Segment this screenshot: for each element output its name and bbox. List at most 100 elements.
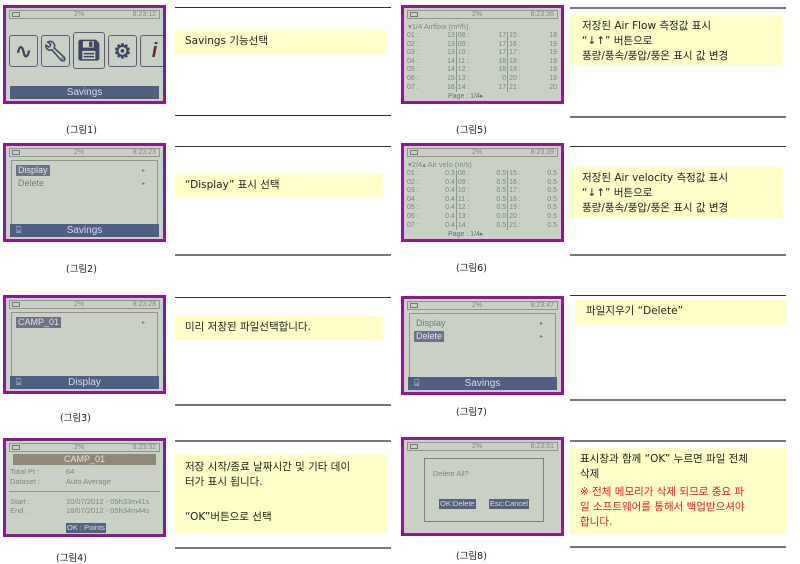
note-text: 터가 표시 됩니다.	[185, 476, 263, 488]
figure-caption: (그림1)	[66, 125, 97, 136]
divider	[570, 146, 786, 147]
footer-label: Display	[68, 377, 101, 388]
battery-icon	[410, 444, 418, 449]
index-cell: 03 :	[407, 187, 419, 195]
divider	[570, 116, 786, 118]
value-cell: 0.5	[547, 212, 557, 220]
note-text: 삭제	[580, 468, 600, 480]
device-screen-delete-confirm: 2% 8:23:51 Delete All? OK:Delete Esc:Canc…	[401, 437, 564, 536]
value-cell: 17	[486, 32, 509, 41]
index-cell: 10 :	[457, 49, 470, 57]
index-cell: 09 :	[457, 40, 470, 48]
index-cell: 10 :	[457, 187, 470, 195]
value-cell: 13	[434, 40, 457, 50]
airflow-table: 01 :13 08 :17 15 :18 02 :13 09 :17 16 :19 03 :…	[406, 32, 558, 93]
value-cell: 14	[434, 57, 457, 67]
index-cell: 11 :	[457, 195, 469, 203]
menu-item-display[interactable]: Display	[414, 318, 448, 329]
memory-usage: 2%	[74, 149, 85, 156]
value-cell: 19	[549, 40, 557, 48]
menu-item-delete[interactable]: Delete	[414, 331, 445, 342]
table-row: 01 : 13 08 : 17 15 : 18	[406, 32, 558, 41]
divider	[175, 547, 391, 549]
footer-bar: ⌸ Display	[10, 376, 159, 389]
info-value: 10/07/2012 - 05h33m41s	[66, 497, 150, 506]
value-cell: 0.0	[483, 212, 509, 222]
menu-item-display[interactable]: Display	[16, 165, 50, 176]
gear-icon[interactable]: ⚙	[108, 35, 137, 67]
index-cell: 15 :	[509, 32, 521, 39]
chevron-right-icon: ▸	[141, 181, 145, 187]
divider	[175, 146, 391, 147]
status-bar: 2% 8:23:47	[407, 301, 558, 310]
value-cell: 17	[486, 40, 509, 50]
divider	[175, 297, 391, 298]
index-cell: 20 :	[509, 212, 521, 220]
clock: 8:23:12	[132, 11, 156, 18]
index-cell: 13 :	[457, 212, 470, 220]
instruction-note-5: 저장된 Air Flow 측정값 표시 “↓↑” 버튼으로 풍량/풍속/풍압/풍…	[570, 15, 783, 65]
value-cell: 17	[486, 83, 509, 93]
device-screen-savings-menu: 2% 8:23:12 ∿ 🔧︎ 💾︎ ⚙ i Savings	[3, 5, 166, 104]
value-cell: 19	[549, 66, 557, 74]
index-cell: 14 :	[457, 83, 470, 91]
table-header: ▾2/4▴ Air velo (m/s)	[408, 160, 472, 169]
ok-points-button[interactable]: OK : Points	[66, 523, 106, 533]
wrench-icon[interactable]: 🔧︎	[41, 35, 70, 67]
value-cell: 0.4	[432, 178, 457, 188]
info-label: Dataset :	[10, 477, 41, 486]
instruction-note-1: Savings 기능선택	[175, 30, 387, 54]
instruction-note-4: 저장 시작/종료 날짜시간 및 기타 데이 터가 표시 됩니다. “OK”버튼으…	[175, 454, 387, 533]
dialog-question: Delete All?	[433, 469, 469, 478]
index-cell: 06 :	[407, 74, 419, 82]
battery-icon	[410, 303, 418, 308]
clock: 8:23:51	[530, 443, 554, 450]
divider	[570, 254, 786, 256]
memory-usage: 2%	[472, 302, 483, 309]
file-item-camp-01[interactable]: CAMP_01	[16, 317, 62, 328]
value-cell: 17	[486, 49, 509, 58]
floppy-disk-icon[interactable]: 💾︎	[73, 32, 105, 69]
value-cell: 14	[434, 66, 457, 75]
footer-label: Savings	[464, 378, 501, 389]
info-icon[interactable]: i	[140, 35, 163, 67]
device-screen-airflow-table: 2% 8:23:36 ▾1/4 Airflow (m³/h) 01 :13 08 :…	[401, 5, 564, 104]
page-indicator[interactable]: Page : 1/4▸	[448, 230, 483, 238]
esc-cancel-button[interactable]: Esc:Cancel	[489, 499, 529, 509]
page-indicator[interactable]: Page : 1/4▸	[448, 92, 483, 100]
value-cell: 16	[434, 83, 457, 93]
note-text: 저장 시작/종료 날짜시간 및 기타 데이	[185, 461, 351, 473]
index-cell: 01 :	[407, 32, 419, 39]
index-cell: 08 :	[457, 170, 470, 177]
info-label: End :	[10, 506, 28, 515]
table-row: 04 :0.4 11 :0.5 18 :0.5	[406, 195, 558, 205]
status-bar: 2% 8:23:51	[407, 442, 558, 451]
menu-item-delete[interactable]: Delete	[16, 178, 46, 189]
clock: 8:23:36	[530, 11, 554, 18]
note-text: 저장된 Air Flow 측정값 표시	[582, 20, 712, 32]
index-cell: 15 :	[509, 170, 521, 177]
index-cell: 02 :	[407, 178, 419, 186]
value-cell: 15	[434, 74, 457, 84]
battery-icon	[12, 12, 20, 17]
chevron-right-icon: ▸	[539, 321, 543, 327]
instruction-note-8: 표시창과 함께 “OK” 누르면 파일 전체 삭제 ※ 전체 메모리가 삭제 되…	[570, 448, 787, 534]
status-bar: 2% 8:23:28	[9, 300, 160, 309]
value-cell: 0.5	[483, 187, 509, 196]
value-cell: 0.3	[432, 170, 457, 179]
value-cell: 19	[549, 74, 557, 82]
value-cell: 0.5	[547, 170, 557, 177]
note-text: 표시창과 함께 “OK” 누르면 파일 전체	[580, 453, 748, 465]
index-cell: 19 :	[509, 66, 521, 74]
divider	[570, 7, 786, 9]
status-bar: 2% 8:23:39	[407, 148, 558, 157]
device-screen-file-list: 2% 8:23:28 CAMP_01 ▸ ⌸ Display	[3, 295, 166, 394]
table-row: 02 : 13 09 : 17 16 : 19	[406, 40, 558, 50]
waveform-icon[interactable]: ∿	[9, 35, 38, 67]
figure-caption: (그림8)	[456, 551, 487, 562]
value-cell: 0.5	[483, 221, 509, 231]
info-value: 64	[66, 467, 75, 476]
ok-delete-button[interactable]: OK:Delete	[439, 499, 476, 509]
figure-caption: (그림7)	[456, 407, 487, 418]
note-text: Savings 기능선택	[185, 35, 268, 47]
